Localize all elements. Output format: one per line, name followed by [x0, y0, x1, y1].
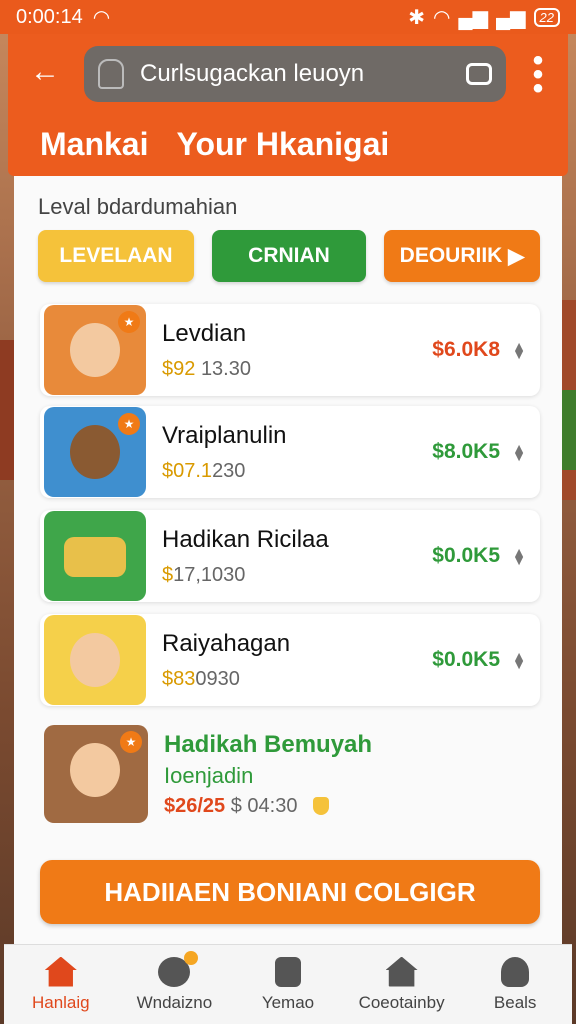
search-bar[interactable]: Curlsugackan leuoyn [84, 46, 506, 102]
wifi-icon: ◠ [432, 6, 451, 29]
nav-item-yemao[interactable]: Yemao [233, 956, 343, 1013]
sort-arrows-icon[interactable]: ▲ ▼ [512, 649, 526, 671]
character-face [70, 323, 120, 377]
sort-arrows-icon[interactable]: ▲ ▼ [512, 441, 526, 463]
badge-icon: ★ [118, 311, 140, 333]
item-sub: $830930 [162, 667, 240, 690]
house-badge-icon [385, 956, 418, 987]
item-price: $8.0K5 [432, 440, 500, 463]
item-thumbnail [44, 511, 146, 601]
signal-icon: ▄▆ [495, 6, 526, 29]
item-thumbnail: ★ [44, 305, 146, 395]
item-thumbnail [44, 615, 146, 705]
app-header: ← Curlsugackan leuoyn • • • Mankai Your Hk… [8, 34, 568, 176]
bottom-nav: Hanlaig Wndaizno Yemao Coeotainby Beals [4, 944, 572, 1024]
home-icon [44, 956, 77, 987]
gamepad-icon [158, 950, 199, 987]
character-face [70, 425, 120, 479]
item-name: Hadikan Ricilaa [162, 525, 329, 553]
shield-icon [313, 797, 330, 816]
bag-icon [98, 59, 124, 89]
user-icon [501, 956, 530, 987]
search-text: Curlsugackan leuoyn [140, 60, 365, 87]
gift-box-icon [64, 537, 126, 577]
badge-icon: ★ [118, 413, 140, 435]
battery-icon: 22 [533, 7, 560, 27]
sort-arrows-icon[interactable]: ▲ ▼ [512, 545, 526, 567]
list-item[interactable]: Raiyahagan $830930 $0.0K5 ▲ ▼ [40, 614, 540, 706]
status-bar: 0:00:14 ◠ ✱ ◠ ▄▆ ▄▆ 22 [0, 0, 576, 34]
main-panel: Leval bdardumahian LEVELAAN CRNIAN DEOUR… [14, 176, 562, 944]
list-item[interactable]: ★ Levdian $92 13.30 $6.0K8 ▲ ▼ [40, 304, 540, 396]
featured-tag: Ioenjadin [164, 762, 254, 788]
tab-mankai[interactable]: Mankai [40, 126, 148, 163]
filter-levelaan-button[interactable]: LEVELAAN [38, 230, 194, 282]
nav-item-home[interactable]: Hanlaig [6, 956, 116, 1013]
filter-deouriik-button[interactable]: DEOURIIK ▶ [384, 230, 540, 282]
back-arrow-icon[interactable]: ← [30, 56, 62, 88]
featured-thumbnail: ★ [44, 725, 148, 823]
list-item[interactable]: ★ Vraiplanulin $07.1230 $8.0K5 ▲ ▼ [40, 406, 540, 498]
featured-prices: $26/25 $ 04:30 [164, 795, 540, 818]
character-face [70, 743, 120, 797]
tab-your-hkanigai[interactable]: Your Hkanigai [176, 126, 389, 163]
item-price: $0.0K5 [432, 648, 500, 671]
cta-button[interactable]: HADIIAEN BONIANI COLGIGR [40, 860, 540, 924]
chat-icon[interactable] [466, 63, 492, 85]
item-sub: $17,1030 [162, 563, 246, 586]
clipboard-icon [274, 956, 301, 987]
character-face [70, 633, 120, 687]
item-name: Raiyahagan [162, 629, 291, 657]
item-sub: $07.1230 [162, 459, 246, 482]
status-time: 0:00:14 [16, 5, 83, 28]
nav-item-coeotainby[interactable]: Coeotainby [347, 956, 457, 1013]
badge-icon: ★ [120, 731, 142, 753]
bluetooth-icon: ✱ [408, 6, 425, 29]
sort-arrows-icon[interactable]: ▲ ▼ [512, 339, 526, 361]
nav-item-beals[interactable]: Beals [460, 956, 570, 1013]
item-price: $0.0K5 [432, 544, 500, 567]
section-subheading: Leval bdardumahian [38, 194, 238, 219]
more-menu-icon[interactable]: • • • [532, 46, 544, 104]
featured-name: Hadikah Bemuyah [164, 730, 373, 758]
filter-crnian-button[interactable]: CRNIAN [212, 230, 366, 282]
item-name: Levdian [162, 319, 247, 347]
list-item[interactable]: Hadikan Ricilaa $17,1030 $0.0K5 ▲ ▼ [40, 510, 540, 602]
filter-tabs: LEVELAAN CRNIAN DEOURIIK ▶ [38, 230, 540, 282]
nav-item-wndaizno[interactable]: Wndaizno [119, 950, 229, 1013]
item-name: Vraiplanulin [162, 421, 287, 449]
featured-item[interactable]: ★ Hadikah Bemuyah Ioenjadin $26/25 $ 04:… [40, 714, 540, 834]
signal-icon: ▄▆ [458, 6, 488, 29]
item-sub: $92 13.30 [162, 357, 251, 380]
wifi-icon: ◠ [92, 6, 111, 29]
item-price: $6.0K8 [432, 338, 500, 361]
item-thumbnail: ★ [44, 407, 146, 497]
